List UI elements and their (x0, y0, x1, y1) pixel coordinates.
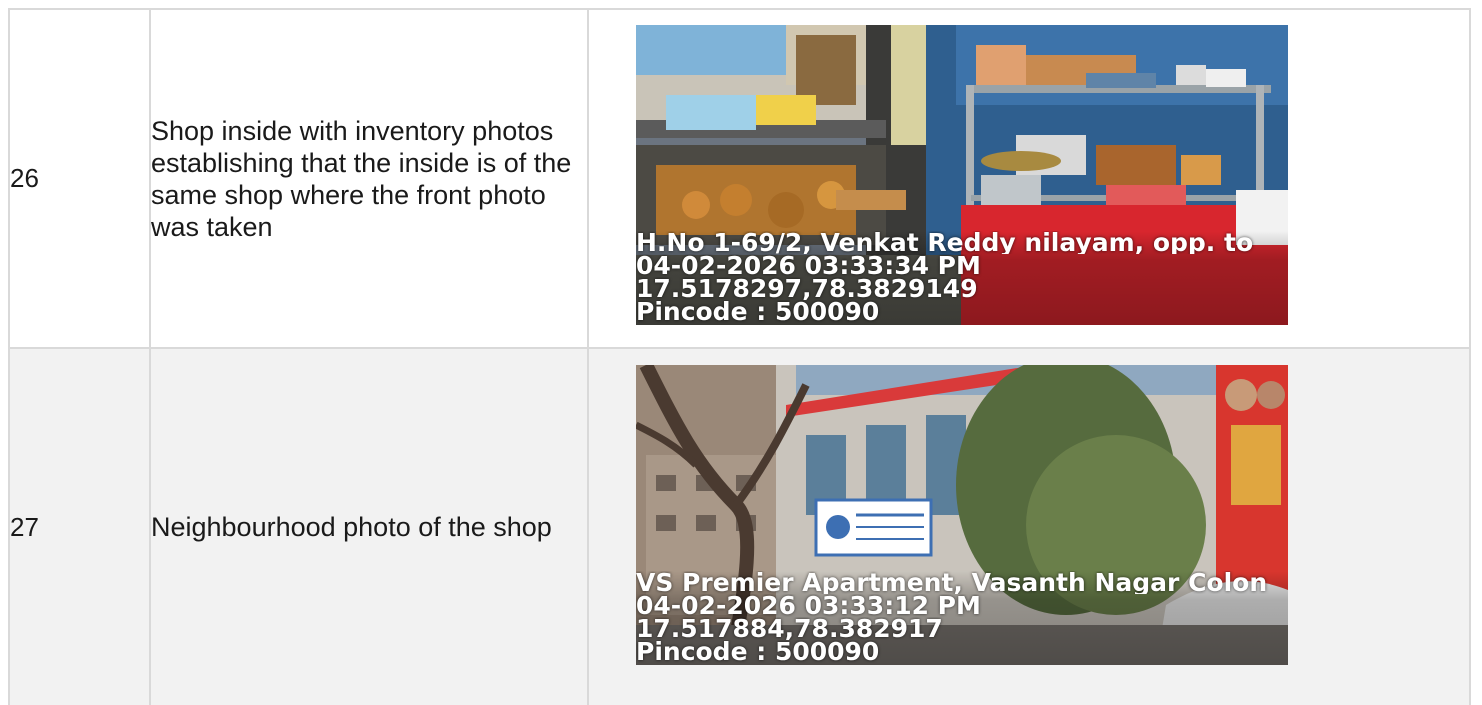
row-description: Neighbourhood photo of the shop (149, 347, 589, 705)
stamp-pincode: Pincode : 500090 (636, 300, 880, 323)
shop-inside-photo: H.No 1-69/2, Venkat Reddy nilayam, opp. … (636, 25, 1288, 325)
row-number: 27 (8, 347, 151, 705)
table-row: 26 Shop inside with inventory photos est… (8, 8, 1471, 349)
photo-evidence-table: 26 Shop inside with inventory photos est… (8, 8, 1471, 705)
stamp-datetime: 04-02-2026 03:33:12 PM (636, 594, 981, 617)
photo-cell: H.No 1-69/2, Venkat Reddy nilayam, opp. … (587, 8, 1471, 349)
stamp-datetime: 04-02-2026 03:33:34 PM (636, 254, 981, 277)
stamp-address: VS Premier Apartment, Vasanth Nagar Colo… (636, 571, 1268, 594)
row-description: Shop inside with inventory photos establ… (149, 8, 589, 349)
document-page: 26 Shop inside with inventory photos est… (0, 0, 1482, 705)
table-row: 27 Neighbourhood photo of the shop VS Pr… (8, 347, 1471, 705)
row-number: 26 (8, 8, 151, 349)
stamp-coordinates: 17.517884,78.382917 (636, 617, 943, 640)
neighbourhood-photo: VS Premier Apartment, Vasanth Nagar Colo… (636, 365, 1288, 665)
photo-geotag-stamp: H.No 1-69/2, Venkat Reddy nilayam, opp. … (636, 231, 1288, 325)
stamp-coordinates: 17.5178297,78.3829149 (636, 277, 978, 300)
photo-geotag-stamp: VS Premier Apartment, Vasanth Nagar Colo… (636, 571, 1288, 665)
photo-cell: VS Premier Apartment, Vasanth Nagar Colo… (587, 347, 1471, 705)
stamp-pincode: Pincode : 500090 (636, 640, 880, 663)
stamp-address: H.No 1-69/2, Venkat Reddy nilayam, opp. … (636, 231, 1254, 254)
